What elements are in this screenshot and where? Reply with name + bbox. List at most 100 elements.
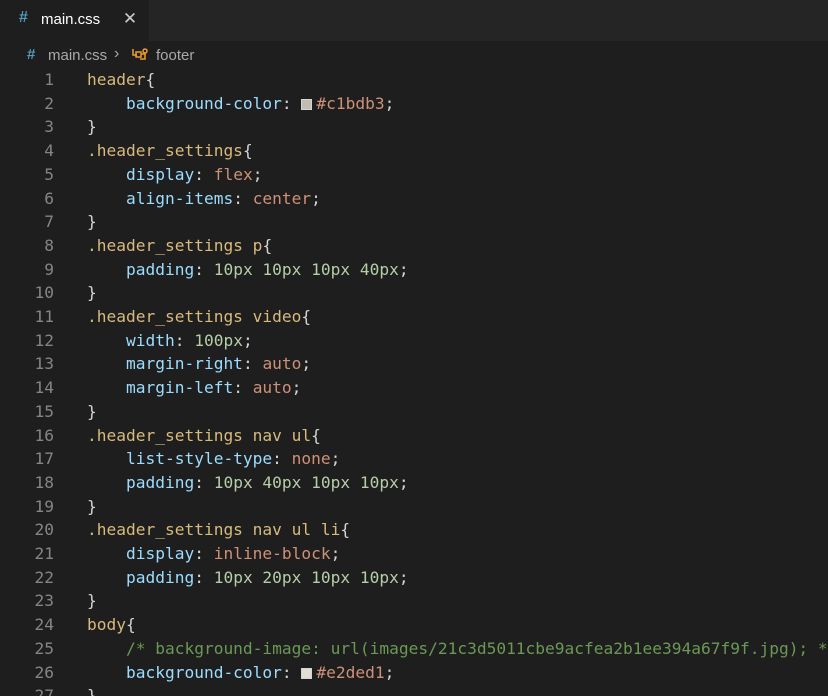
- code-line[interactable]: 10}: [0, 281, 828, 305]
- line-number: 11: [34, 307, 55, 326]
- code-text: }: [87, 495, 97, 519]
- code-text: .header_settings p{: [87, 234, 272, 258]
- code-text: }: [87, 210, 97, 234]
- code-text: }: [87, 281, 97, 305]
- code-token: inline-block: [213, 544, 331, 563]
- code-line[interactable]: 16 .header_settings nav ul{: [0, 424, 828, 448]
- line-number: 22: [34, 567, 55, 587]
- line-number: 27: [34, 686, 55, 696]
- code-token: :: [194, 259, 214, 279]
- code-line[interactable]: 14 margin-left: auto;: [0, 376, 828, 400]
- code-line[interactable]: 25 /* background-image: url(images/21c3d…: [0, 637, 828, 661]
- code-line[interactable]: 20 .header_settings nav ul li{: [0, 518, 828, 542]
- code-token: ;: [398, 259, 409, 279]
- code-text: }: [87, 400, 97, 424]
- code-token: :: [194, 567, 214, 587]
- code-token: .header_settings video: [87, 307, 302, 326]
- line-number: 25: [34, 638, 55, 658]
- code-line[interactable]: 2 background-color: #c1bdb3;: [0, 92, 828, 116]
- code-token: auto: [262, 354, 302, 374]
- code-line[interactable]: 26 background-color: #e2ded1;: [0, 661, 828, 685]
- line-number: 1: [44, 70, 54, 89]
- breadcrumb: # main.css › footer: [0, 41, 828, 69]
- code-token: {: [301, 307, 312, 326]
- code-token: :: [194, 544, 214, 563]
- close-icon[interactable]: ✕: [120, 7, 140, 31]
- code-line[interactable]: 27}: [0, 684, 828, 696]
- code-text: margin-left: auto;: [87, 376, 301, 400]
- code-line[interactable]: 13 margin-right: auto;: [0, 352, 828, 376]
- breadcrumb-file[interactable]: main.css: [48, 47, 107, 64]
- code-line[interactable]: 21 display: inline-block;: [0, 542, 828, 566]
- line-number: 13: [34, 354, 55, 374]
- code-line[interactable]: 12 width: 100px;: [0, 329, 828, 353]
- code-line[interactable]: 4 .header_settings{: [0, 139, 828, 163]
- tab-main-css[interactable]: # main.css ✕: [0, 0, 149, 41]
- color-swatch[interactable]: [301, 667, 313, 679]
- code-token: list-style-type: [87, 449, 273, 469]
- code-token: none: [291, 449, 331, 469]
- code-token: align-items: [87, 188, 234, 208]
- code-line[interactable]: 19}: [0, 495, 828, 519]
- code-editor[interactable]: 1 header {2 background-color: #c1bdb3; 3} 4.…: [0, 69, 828, 696]
- code-token: auto: [252, 378, 292, 398]
- code-line[interactable]: 3}: [0, 115, 828, 139]
- color-swatch[interactable]: [301, 98, 313, 110]
- code-line[interactable]: 22 padding: 10px 20px 10px 10px;: [0, 566, 828, 590]
- code-token: margin-left: [87, 378, 234, 398]
- code-line[interactable]: 8 .header_settings p{: [0, 234, 828, 258]
- code-text: padding: 10px 10px 10px 40px;: [87, 258, 409, 282]
- code-line[interactable]: 9 padding: 10px 10px 10px 40px;: [0, 258, 828, 282]
- code-line[interactable]: 18 padding: 10px 40px 10px 10px;: [0, 471, 828, 495]
- code-token: ;: [330, 544, 341, 563]
- line-number: 4: [44, 141, 54, 161]
- code-token: 10px 10px 10px 40px: [213, 259, 399, 279]
- code-token: 100px: [194, 330, 243, 350]
- code-token: ;: [398, 472, 409, 492]
- line-number: 19: [34, 496, 55, 516]
- line-number: 17: [34, 449, 55, 469]
- code-line[interactable]: 11 .header_settings video{: [0, 305, 828, 329]
- tab-bar: # main.css ✕: [0, 0, 828, 41]
- line-number: 18: [34, 472, 55, 492]
- code-line[interactable]: 24 body{: [0, 613, 828, 637]
- tab-label: main.css: [41, 11, 101, 28]
- code-line[interactable]: 15}: [0, 400, 828, 424]
- code-text: padding: 10px 40px 10px 10px;: [87, 471, 409, 495]
- code-token: ;: [242, 330, 253, 350]
- code-text: /* background-image: url(images/21c3d501…: [87, 637, 828, 661]
- code-token: }: [87, 283, 97, 303]
- code-line[interactable]: 17 list-style-type: none;: [0, 447, 828, 471]
- code-token: .header_settings p: [87, 235, 263, 255]
- css-hash-icon: #: [19, 9, 28, 26]
- line-number: 6: [44, 188, 54, 208]
- code-token: #e2ded1: [316, 662, 385, 682]
- line-number: 23: [34, 591, 55, 611]
- code-token: flex: [213, 164, 253, 184]
- code-token: }: [87, 117, 97, 137]
- breadcrumb-symbol[interactable]: footer: [156, 47, 194, 64]
- code-token: .header_settings nav ul li: [87, 520, 341, 540]
- code-line[interactable]: 1 header{: [0, 69, 828, 92]
- code-token: ;: [291, 378, 302, 398]
- code-line[interactable]: 7}: [0, 210, 828, 234]
- code-text: align-items: center;: [87, 187, 321, 211]
- code-token: background-color: [87, 662, 282, 682]
- code-line[interactable]: 5 display: flex;: [0, 163, 828, 187]
- code-text: }: [87, 684, 97, 696]
- code-token: }: [87, 496, 97, 516]
- code-token: :: [174, 330, 195, 350]
- code-token: header: [87, 70, 146, 89]
- code-line[interactable]: 23}: [0, 589, 828, 613]
- code-token: ;: [384, 93, 395, 113]
- line-number: 21: [34, 544, 55, 563]
- line-number: 20: [34, 520, 55, 540]
- code-token: }: [87, 591, 97, 611]
- code-text: display: flex;: [87, 163, 262, 187]
- code-text: padding: 10px 20px 10px 10px;: [87, 566, 409, 590]
- code-token: background-color: [87, 93, 282, 113]
- code-token: ;: [384, 662, 395, 682]
- code-text: width: 100px;: [87, 329, 253, 353]
- line-number: 9: [44, 259, 54, 279]
- code-line[interactable]: 6 align-items: center;: [0, 187, 828, 211]
